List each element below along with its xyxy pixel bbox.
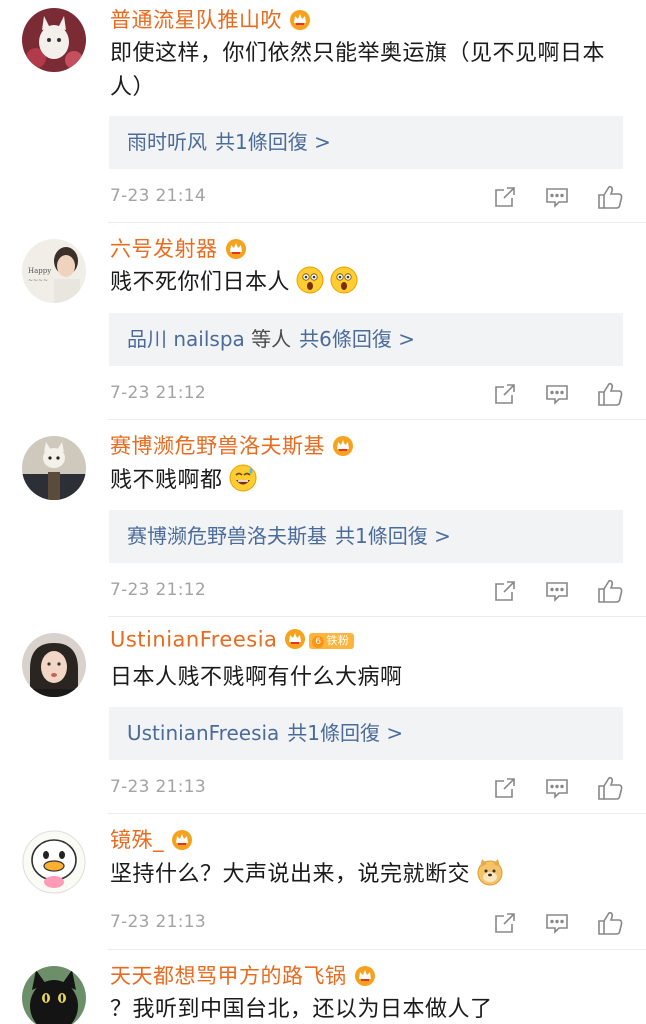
- share-icon[interactable]: [492, 910, 520, 938]
- reply-user[interactable]: UstinianFreesia: [127, 721, 279, 745]
- avatar[interactable]: [22, 966, 86, 1024]
- comment-icon[interactable]: [544, 775, 572, 803]
- comment-text: 坚持什么？大声说出来，说完就断交: [110, 862, 471, 887]
- comment-text: 贱不死你们日本人: [110, 270, 291, 295]
- thumbs-up-icon[interactable]: [596, 380, 624, 408]
- timestamp: 7-23 21:12: [110, 383, 206, 403]
- username[interactable]: 六号发射器: [110, 237, 218, 261]
- avatar[interactable]: [22, 830, 86, 894]
- username[interactable]: 镜殊_: [110, 828, 164, 852]
- fan-level: 6: [312, 635, 325, 648]
- reply-count[interactable]: 共1條回復 >: [335, 524, 451, 548]
- fan-badge: 6 铁粉: [309, 632, 355, 649]
- share-icon[interactable]: [492, 381, 520, 409]
- share-icon[interactable]: [492, 578, 520, 606]
- timestamp: 7-23 21:14: [110, 186, 206, 206]
- timestamp: 7-23 21:13: [110, 912, 206, 932]
- vip-crown-icon: [353, 964, 377, 991]
- reply-summary[interactable]: 品川 nailspa 等人 共6條回復 >: [109, 313, 623, 366]
- comment-item: UstinianFreesia 6 铁粉 日本人贱不贱啊有什么大病啊 Ustini…: [0, 617, 646, 813]
- reply-count[interactable]: 共6條回復 >: [299, 327, 415, 351]
- comment-icon[interactable]: [544, 184, 572, 212]
- reply-count[interactable]: 共1條回復 >: [287, 721, 403, 745]
- thumbs-up-icon[interactable]: [596, 909, 624, 937]
- avatar[interactable]: [22, 436, 86, 500]
- svg-text:Happy: Happy: [28, 267, 51, 275]
- comment-item: 镜殊_ 坚持什么？大声说出来，说完就断交 7-23 21:13: [0, 814, 646, 949]
- surprised-emoji: [296, 266, 324, 294]
- thumbs-up-icon[interactable]: [596, 774, 624, 802]
- comment-icon[interactable]: [544, 578, 572, 606]
- username[interactable]: 赛博濒危野兽洛夫斯基: [110, 434, 325, 458]
- avatar[interactable]: Happy ~~~~: [22, 239, 86, 303]
- username[interactable]: 天天都想骂甲方的路飞锅: [110, 964, 347, 988]
- comment-text: ？我听到中国台北，还以为日本做人了: [110, 997, 493, 1022]
- vip-crown-icon: [170, 828, 194, 855]
- username[interactable]: 普通流星队推山吹: [110, 8, 282, 32]
- comment-item: 普通流星队推山吹 即使这样，你们依然只能举奥运旗（见不见啊日本人） 雨时听风 共1…: [0, 0, 646, 222]
- doge-emoji: [477, 859, 503, 886]
- reply-user[interactable]: 赛博濒危野兽洛夫斯基: [127, 524, 327, 548]
- vip-crown-icon: [288, 8, 312, 35]
- vip-crown-icon: [331, 434, 355, 461]
- comment-icon[interactable]: [544, 381, 572, 409]
- share-icon[interactable]: [492, 775, 520, 803]
- svg-text:~~~~: ~~~~: [28, 277, 48, 284]
- share-icon[interactable]: [492, 184, 520, 212]
- thumbs-up-icon[interactable]: [596, 577, 624, 605]
- thumbs-up-icon[interactable]: [596, 183, 624, 211]
- comment-item: 赛博濒危野兽洛夫斯基 贱不贱啊都 赛博濒危野兽洛夫斯基 共1條回復 > 7-23 …: [0, 420, 646, 616]
- sweat-smile-emoji: [229, 464, 257, 492]
- reply-user[interactable]: 雨时听风: [127, 130, 207, 154]
- reply-summary[interactable]: UstinianFreesia 共1條回復 >: [109, 707, 623, 760]
- vip-crown-icon: [224, 237, 248, 264]
- comment-text: 即使这样，你们依然只能举奥运旗（见不见啊日本人）: [110, 41, 606, 100]
- fan-badge-label: 铁粉: [326, 633, 350, 647]
- reply-user[interactable]: 品川 nailspa: [127, 327, 245, 351]
- comment-text: 日本人贱不贱啊有什么大病啊: [110, 665, 403, 690]
- reply-others: 等人: [251, 327, 292, 351]
- avatar[interactable]: [22, 633, 86, 697]
- vip-crown-icon: [283, 627, 307, 654]
- surprised-emoji: [330, 266, 358, 294]
- timestamp: 7-23 21:13: [110, 777, 206, 797]
- comment-item: 天天都想骂甲方的路飞锅 ？我听到中国台北，还以为日本做人了: [0, 950, 646, 1024]
- comment-text: 贱不贱啊都: [110, 468, 223, 493]
- reply-summary[interactable]: 雨时听风 共1條回復 >: [109, 116, 623, 169]
- comment-item: Happy ~~~~ 六号发射器 贱不死你们日本人 品川 nailspa 等人共…: [0, 223, 646, 419]
- username[interactable]: UstinianFreesia: [110, 628, 277, 652]
- reply-summary[interactable]: 赛博濒危野兽洛夫斯基 共1條回復 >: [109, 510, 623, 563]
- comment-icon[interactable]: [544, 910, 572, 938]
- reply-count[interactable]: 共1條回復 >: [215, 130, 331, 154]
- timestamp: 7-23 21:12: [110, 580, 206, 600]
- avatar[interactable]: [22, 8, 86, 72]
